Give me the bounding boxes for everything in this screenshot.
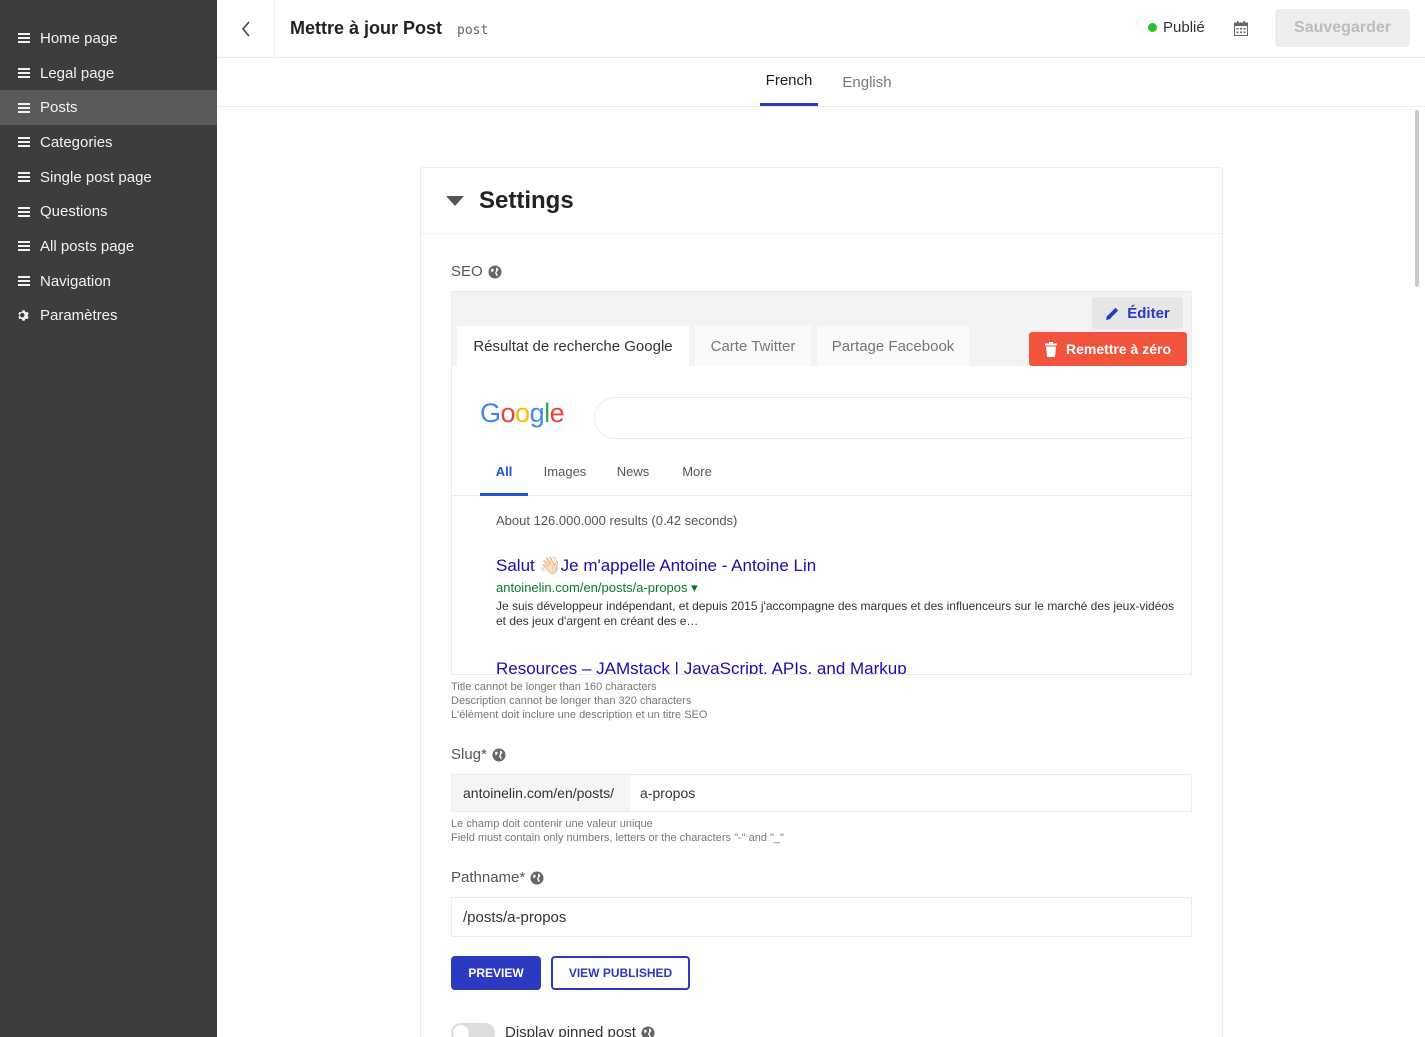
sidebar-item-navigation[interactable]: Navigation	[0, 264, 217, 299]
seo-label-text: SEO	[451, 263, 483, 280]
list-icon	[17, 206, 30, 217]
list-icon	[17, 137, 30, 148]
status-badge: Publié	[1148, 19, 1205, 36]
google-search-bar	[594, 397, 1191, 439]
sidebar-item-label: Questions	[40, 203, 108, 221]
slug-field: antoinelin.com/en/posts/ a-propos	[451, 774, 1192, 812]
save-button[interactable]: Sauvegarder	[1275, 9, 1410, 47]
seo-hints: Title cannot be longer than 160 characte…	[451, 680, 707, 722]
slug-hints: Le champ doit contenir une valeur unique…	[451, 817, 784, 845]
google-result-title-2: Resources – JAMstack | JavaScript, APIs,…	[496, 659, 907, 675]
pathname-label-text: Pathname*	[451, 869, 526, 886]
gear-icon	[17, 309, 30, 322]
google-tab-all: All	[480, 464, 528, 496]
sidebar-item-parametres[interactable]: Paramètres	[0, 299, 217, 334]
tab-english[interactable]: English	[837, 58, 897, 106]
toggle-knob	[453, 1025, 469, 1037]
sidebar-item-categories[interactable]: Categories	[0, 125, 217, 160]
status-label: Publié	[1163, 19, 1205, 36]
settings-header[interactable]: Settings	[421, 168, 1222, 234]
slug-prefix: antoinelin.com/en/posts/	[452, 775, 630, 811]
sidebar-item-label: Home page	[40, 29, 118, 47]
back-button[interactable]	[217, 0, 275, 58]
list-icon	[17, 172, 30, 183]
preview-button[interactable]: PREVIEW	[451, 956, 541, 990]
pathname-label: Pathname*	[451, 869, 544, 886]
globe-icon	[488, 265, 502, 278]
google-tab-images: Images	[543, 464, 587, 479]
calendar-icon[interactable]	[1234, 21, 1248, 36]
google-tab-more: More	[682, 464, 712, 479]
sidebar-item-label: Posts	[40, 99, 78, 117]
sidebar-item-label: Legal page	[40, 64, 115, 82]
pinned-post-toggle[interactable]	[451, 1023, 495, 1037]
sidebar-item-label: Categories	[40, 133, 113, 151]
sidebar-item-label: Single post page	[40, 168, 152, 186]
globe-icon	[641, 1026, 655, 1037]
google-result-url: antoinelin.com/en/posts/a-propos ▾	[496, 580, 698, 595]
sidebar-item-label: Paramètres	[40, 307, 118, 325]
slug-input[interactable]: a-propos	[630, 775, 1191, 811]
sidebar-item-legal-page[interactable]: Legal page	[0, 56, 217, 91]
list-icon	[17, 68, 30, 79]
edit-seo-button[interactable]: Éditer	[1092, 297, 1183, 329]
slug-hint: Le champ doit contenir une valeur unique	[451, 818, 653, 830]
seo-hint: Title cannot be longer than 160 characte…	[451, 681, 657, 693]
status-dot	[1148, 23, 1157, 32]
tab-twitter-card[interactable]: Carte Twitter	[695, 326, 811, 366]
tab-facebook-share[interactable]: Partage Facebook	[817, 326, 969, 366]
seo-preview: Résultat de recherche Google Carte Twitt…	[451, 291, 1192, 675]
google-stats: About 126.000.000 results (0.42 seconds)	[496, 513, 738, 528]
seo-label: SEO	[451, 263, 502, 280]
list-icon	[17, 33, 30, 44]
sidebar-item-single-post-page[interactable]: Single post page	[0, 160, 217, 195]
page-title: Mettre à jour Post	[290, 18, 443, 38]
pathname-input[interactable]: /posts/a-propos	[451, 897, 1192, 937]
globe-icon	[530, 871, 544, 884]
view-published-button[interactable]: VIEW PUBLISHED	[551, 956, 690, 990]
list-icon	[17, 102, 30, 113]
google-logo: Google	[480, 398, 565, 428]
tab-google-result[interactable]: Résultat de recherche Google	[457, 326, 689, 366]
top-header: Mettre à jour Post post Publié Sauvegard…	[217, 0, 1425, 58]
google-tab-news: News	[616, 464, 650, 479]
sidebar-item-label: All posts page	[40, 237, 135, 255]
caret-down-icon	[446, 195, 464, 206]
seo-tabs-bar: Résultat de recherche Google Carte Twitt…	[452, 292, 1191, 366]
tab-french[interactable]: French	[760, 58, 818, 106]
slug-label-text: Slug*	[451, 746, 487, 763]
slug-label: Slug*	[451, 746, 506, 763]
reset-seo-button[interactable]: Remettre à zéro	[1029, 332, 1187, 366]
settings-panel: Settings SEO Résultat de recherche Googl…	[420, 167, 1223, 1037]
google-result-title: Salut 👋🏻Je m'appelle Antoine - Antoine L…	[496, 556, 817, 575]
document-type: post	[457, 22, 489, 38]
trash-icon	[1044, 341, 1057, 357]
sidebar-item-questions[interactable]: Questions	[0, 194, 217, 229]
edit-label: Éditer	[1127, 304, 1170, 322]
seo-hint: Description cannot be longer than 320 ch…	[451, 695, 692, 707]
chevron-left-icon	[241, 20, 250, 37]
pencil-icon	[1106, 307, 1119, 320]
sidebar-item-all-posts-page[interactable]: All posts page	[0, 229, 217, 264]
slug-hint: Field must contain only numbers, letters…	[451, 832, 784, 844]
list-icon	[17, 241, 30, 252]
pinned-post-label: Display pinned post	[505, 1024, 655, 1037]
sidebar: Home page Legal page Posts Categories Si…	[0, 0, 217, 1037]
google-result-description: Je suis développeur indépendant, et depu…	[496, 599, 1175, 628]
sidebar-item-posts[interactable]: Posts	[0, 90, 217, 126]
reset-label: Remettre à zéro	[1065, 341, 1172, 357]
settings-title: Settings	[479, 186, 574, 214]
seo-hint: L'élément doit inclure une description e…	[451, 709, 708, 721]
sidebar-item-label: Navigation	[40, 272, 111, 290]
globe-icon	[492, 748, 506, 761]
scrollbar[interactable]	[1415, 110, 1419, 287]
google-tabs: All Images News More	[452, 452, 1191, 496]
language-tabs: French English	[217, 58, 1425, 107]
list-icon	[17, 276, 30, 287]
pinned-post-label-text: Display pinned post	[505, 1024, 636, 1037]
sidebar-item-home-page[interactable]: Home page	[0, 21, 217, 56]
